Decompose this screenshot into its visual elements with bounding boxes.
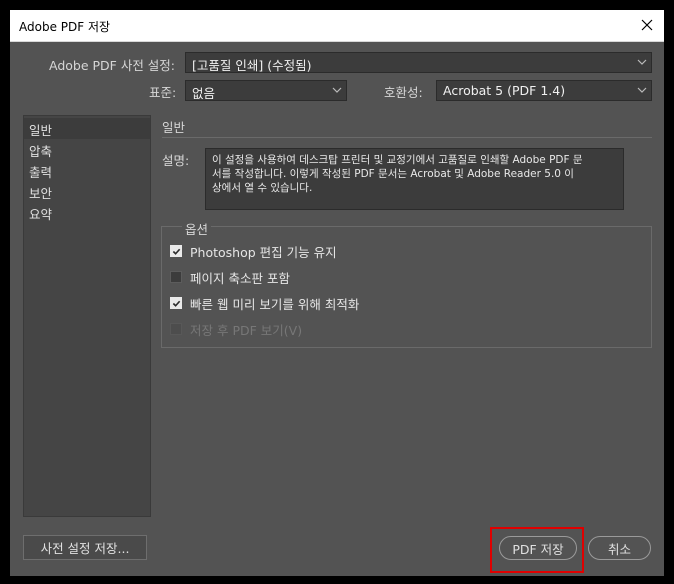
- checkbox-label: 저장 후 PDF 보기(V): [190, 322, 303, 338]
- checkmark-icon: [172, 248, 180, 255]
- sidebar-item-label: 압축: [29, 144, 53, 159]
- title-bar: Adobe PDF 저장: [10, 10, 664, 42]
- option-fast-web-view[interactable]: 빠른 웹 미리 보기를 위해 최적화: [170, 294, 359, 312]
- sidebar-item-general[interactable]: 일반: [24, 118, 150, 139]
- options-group-label: 옵션: [182, 219, 212, 238]
- chevron-down-icon: [637, 59, 647, 65]
- compat-value: Acrobat 5 (PDF 1.4): [443, 83, 566, 98]
- checkbox: [170, 323, 182, 335]
- save-pdf-button[interactable]: PDF 저장: [499, 536, 577, 560]
- checkbox-label: 페이지 축소판 포함: [190, 270, 290, 286]
- checkbox[interactable]: [170, 245, 182, 257]
- standard-label: 표준:: [149, 85, 177, 100]
- description-text[interactable]: 이 설정을 사용하여 데스크탑 프린터 및 교정기에서 고품질로 인쇄할 Ado…: [205, 148, 624, 210]
- description-line: 이 설정을 사용하여 데스크탑 프린터 및 교정기에서 고품질로 인쇄할 Ado…: [212, 154, 583, 166]
- window-title: Adobe PDF 저장: [19, 20, 111, 34]
- checkbox[interactable]: [170, 271, 182, 283]
- dialog-body: Adobe PDF 사전 설정: [고품질 인쇄] (수정됨) 표준: 없음 호…: [10, 42, 664, 576]
- sidebar-item-compression[interactable]: 압축: [24, 139, 150, 160]
- description-label: 설명:: [162, 153, 190, 168]
- option-embed-thumbnails[interactable]: 페이지 축소판 포함: [170, 268, 290, 286]
- compat-label: 호환성:: [384, 85, 423, 100]
- cancel-label: 취소: [607, 541, 631, 557]
- save-pdf-label: PDF 저장: [512, 541, 564, 557]
- compat-select[interactable]: Acrobat 5 (PDF 1.4): [436, 80, 652, 101]
- sidebar-item-output[interactable]: 출력: [24, 160, 150, 181]
- description-line: 상에서 열 수 있습니다.: [212, 182, 313, 194]
- preset-value: [고품질 인쇄] (수정됨): [192, 58, 312, 73]
- option-view-after-save: 저장 후 PDF 보기(V): [170, 320, 302, 338]
- standard-select[interactable]: 없음: [185, 80, 347, 101]
- standard-value: 없음: [192, 86, 216, 101]
- save-preset-button[interactable]: 사전 설정 저장...: [23, 535, 147, 560]
- save-preset-label: 사전 설정 저장...: [40, 541, 130, 556]
- checkmark-icon: [172, 300, 180, 307]
- section-title: 일반: [162, 120, 186, 135]
- preset-select[interactable]: [고품질 인쇄] (수정됨): [185, 52, 652, 73]
- option-preserve-editing[interactable]: Photoshop 편집 기능 유지: [170, 242, 337, 260]
- checkbox-label: 빠른 웹 미리 보기를 위해 최적화: [190, 296, 360, 312]
- sidebar-item-summary[interactable]: 요약: [24, 202, 150, 223]
- preset-label: Adobe PDF 사전 설정:: [49, 58, 176, 73]
- sidebar-item-label: 보안: [29, 186, 53, 201]
- chevron-down-icon: [332, 87, 342, 93]
- checkbox-label: Photoshop 편집 기능 유지: [190, 244, 337, 260]
- chevron-down-icon: [637, 87, 647, 93]
- checkbox[interactable]: [170, 297, 182, 309]
- sidebar-item-label: 요약: [29, 207, 53, 222]
- sidebar-item-label: 출력: [29, 165, 53, 180]
- close-icon: [641, 19, 653, 31]
- sidebar-item-label: 일반: [29, 123, 53, 138]
- description-line: 서를 작성합니다. 이렇게 작성된 PDF 문서는 Acrobat 및 Adob…: [212, 168, 574, 180]
- section-divider: [162, 137, 652, 138]
- cancel-button[interactable]: 취소: [588, 536, 651, 560]
- close-button[interactable]: [634, 13, 660, 37]
- category-list: 일반 압축 출력 보안 요약: [23, 115, 151, 517]
- sidebar-item-security[interactable]: 보안: [24, 181, 150, 202]
